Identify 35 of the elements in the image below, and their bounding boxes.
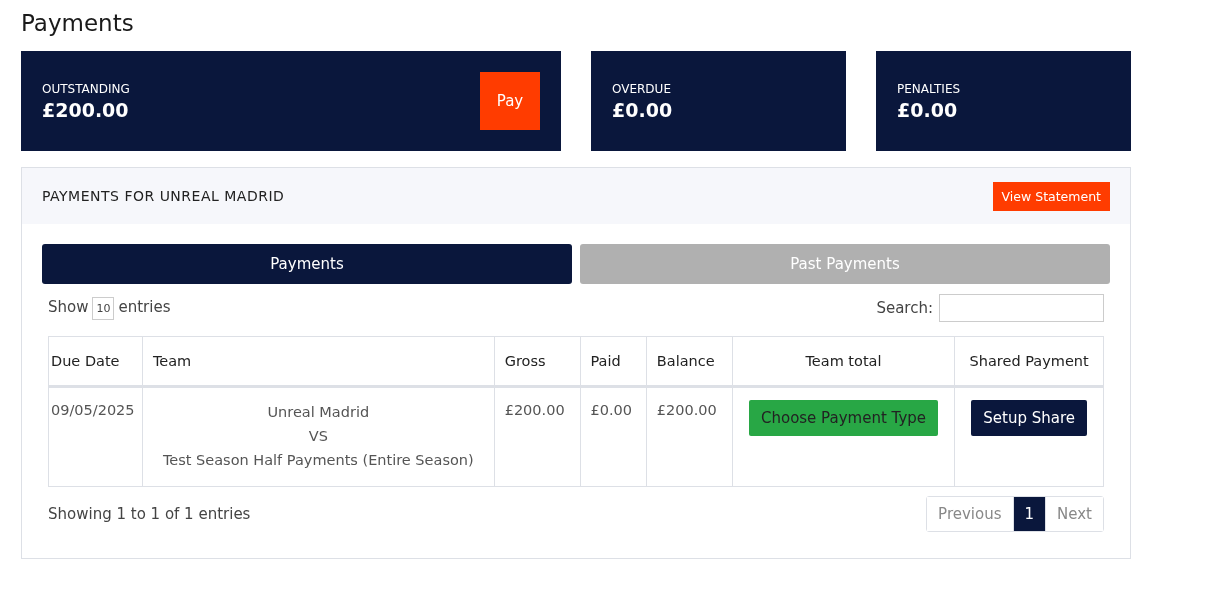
column-header[interactable]: Paid [580,336,647,387]
search-field[interactable] [939,294,1104,322]
search-label: Search: [876,298,933,317]
page-button[interactable]: 1 [1012,497,1046,531]
card-amount: £0.00 [612,98,673,121]
table-cell: £0.00 [580,386,647,487]
page-title: Payments [21,10,135,36]
tab[interactable]: Payments [42,244,572,284]
table-cell-line: VS [307,427,329,446]
card-label: OUTSTANDING [42,81,130,96]
column-header[interactable]: Shared Payment [954,336,1104,387]
table-info: Showing 1 to 1 of 1 entries [48,505,251,523]
entries-label: entries [118,297,171,316]
show-label: Show [48,297,89,316]
setup-share-button[interactable]: Setup Share [971,400,1088,436]
view-statement-button[interactable]: View Statement [992,181,1110,211]
choose-payment-type-button[interactable]: Choose Payment Type [748,400,938,436]
table-cell: 09/05/2025 [48,386,143,487]
column-header[interactable]: Team [142,336,495,387]
entries-select[interactable]: 10 [92,296,115,320]
column-header[interactable]: Due Date [48,336,143,387]
card-label: OVERDUE [612,81,672,96]
card-amount: £200.00 [42,98,130,121]
table-cell-line: Unreal Madrid [266,403,371,422]
column-header[interactable]: Team total [732,336,955,387]
card-amount: £0.00 [897,98,959,121]
card-label: PENALTIES [897,81,961,96]
page-button[interactable]: Next [1045,497,1103,531]
panel-title: PAYMENTS FOR UNREAL MADRID [42,188,285,204]
table-cell: £200.00 [646,386,733,487]
column-header[interactable]: Gross [494,336,580,387]
column-header[interactable]: Balance [646,336,733,387]
table-cell-line: Test Season Half Payments (Entire Season) [161,451,475,470]
table-cell: £200.00 [494,386,580,487]
pay-button[interactable]: Pay [480,72,540,130]
